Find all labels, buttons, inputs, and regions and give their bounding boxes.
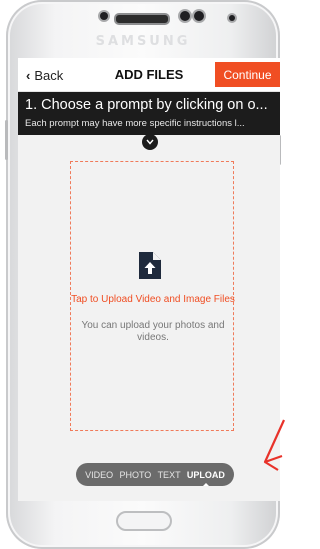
proximity-sensor <box>100 12 108 20</box>
prompt-subtitle: Each prompt may have more specific instr… <box>25 118 245 129</box>
media-tab-bar: VIDEO PHOTO TEXT UPLOAD <box>76 463 234 486</box>
upload-instruction: Tap to Upload Video and Image Files <box>71 294 235 305</box>
home-button[interactable] <box>116 511 172 531</box>
top-navbar: ‹ Back ADD FILES Continue <box>18 58 280 92</box>
chevron-down-icon[interactable] <box>142 134 158 150</box>
prompt-selector[interactable]: 1. Choose a prompt by clicking on o... E… <box>18 92 280 135</box>
notification-led <box>229 15 235 21</box>
upload-dropzone[interactable]: Tap to Upload Video and Image Files You … <box>70 161 235 431</box>
earpiece-speaker <box>114 13 170 25</box>
front-camera <box>180 11 190 21</box>
active-indicator <box>202 482 209 486</box>
file-upload-icon <box>139 252 161 279</box>
device-brand: SAMSUNG <box>95 34 191 49</box>
tab-text[interactable]: TEXT <box>158 470 181 480</box>
tab-video[interactable]: VIDEO <box>85 470 113 480</box>
tab-upload[interactable]: UPLOAD <box>186 469 225 486</box>
light-sensor <box>194 11 204 21</box>
app-screen: ‹ Back ADD FILES Continue 1. Choose a pro… <box>18 58 280 501</box>
tab-upload-label: UPLOAD <box>186 469 225 480</box>
upload-hint: You can upload your photos and videos. <box>81 320 225 343</box>
volume-button <box>5 120 8 160</box>
annotation-arrow <box>263 419 286 471</box>
tab-photo[interactable]: PHOTO <box>119 470 151 480</box>
prompt-title: 1. Choose a prompt by clicking on o... <box>25 97 268 113</box>
continue-button[interactable]: Continue <box>215 62 280 87</box>
